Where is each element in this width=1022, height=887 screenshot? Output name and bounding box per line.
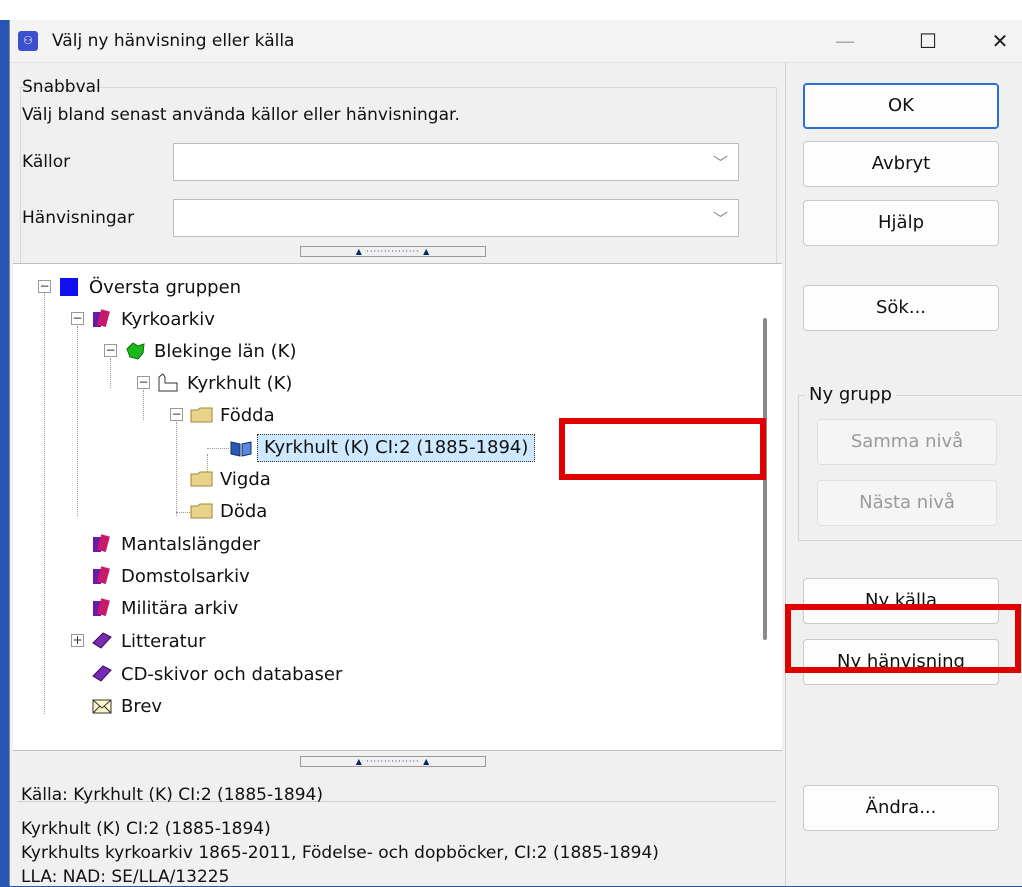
tree-node-vigda[interactable]: Vigda xyxy=(190,463,271,495)
app-icon: ⚇ xyxy=(18,31,38,51)
tree-node-militara[interactable]: Militära arkiv xyxy=(91,592,238,624)
church-icon xyxy=(157,373,179,393)
tree-node-brev[interactable]: Brev xyxy=(91,690,162,722)
book-stack-icon xyxy=(91,664,113,684)
references-combobox[interactable]: ﹀ xyxy=(173,199,739,237)
tree-node-litteratur[interactable]: Litteratur xyxy=(91,625,206,657)
chevron-down-icon: ﹀ xyxy=(712,210,728,228)
tree-node-selected-source[interactable]: Kyrkhult (K) CI:2 (1885-1894) xyxy=(229,432,536,464)
splitter-handle-bottom[interactable]: ▲ ··············· ▲ xyxy=(300,756,486,767)
tree-node-doda[interactable]: Döda xyxy=(190,495,267,527)
new-group-label: Ny grupp xyxy=(805,384,896,405)
info-title: Källa: Kyrkhult (K) CI:2 (1885-1894) xyxy=(21,785,323,805)
collapse-toggle[interactable]: − xyxy=(170,408,183,421)
quick-select-label: Snabbval xyxy=(22,77,101,97)
archive-books-icon xyxy=(91,598,113,618)
info-line-1: Kyrkhult (K) CI:2 (1885-1894) xyxy=(21,819,271,839)
envelope-icon xyxy=(91,696,113,716)
region-map-icon xyxy=(124,341,146,361)
dialog-window: ⚇ Välj ny hänvisning eller källa — ☐ ✕ S… xyxy=(9,20,1022,887)
same-level-button[interactable]: Samma nivå xyxy=(817,419,997,465)
tree-node-mantal[interactable]: Mantalslängder xyxy=(91,528,260,560)
source-info-panel: Källa: Kyrkhult (K) CI:2 (1885-1894) Kyr… xyxy=(13,767,782,887)
tree-node-fodda[interactable]: Födda xyxy=(190,399,275,431)
expand-toggle[interactable]: + xyxy=(71,634,84,647)
archive-books-icon xyxy=(91,309,113,329)
folder-icon xyxy=(190,469,213,489)
tree-node-domstol[interactable]: Domstolsarkiv xyxy=(91,560,250,592)
collapse-toggle[interactable]: − xyxy=(104,344,117,357)
sources-label: Källor xyxy=(22,152,71,172)
collapse-toggle[interactable]: − xyxy=(38,280,51,293)
book-stack-icon xyxy=(91,631,113,651)
archive-books-icon xyxy=(91,534,113,554)
background-strip xyxy=(0,0,1022,20)
book-icon xyxy=(229,438,253,458)
search-button[interactable]: Sök... xyxy=(803,285,999,331)
next-level-button[interactable]: Nästa nivå xyxy=(817,480,997,526)
window-title: Välj ny hänvisning eller källa xyxy=(52,31,295,51)
cancel-button[interactable]: Avbryt xyxy=(803,141,999,187)
splitter-handle-top[interactable]: ▲ ··············· ▲ xyxy=(300,246,486,257)
highlight-box-selected-source xyxy=(559,418,766,480)
tree-node-cd[interactable]: CD-skivor och databaser xyxy=(91,658,342,690)
maximize-button[interactable]: ☐ xyxy=(898,20,958,63)
sources-combobox[interactable]: ﹀ xyxy=(173,143,739,181)
info-line-2: Kyrkhults kyrkoarkiv 1865-2011, Födelse-… xyxy=(21,843,659,863)
title-bar: ⚇ Välj ny hänvisning eller källa — ☐ ✕ xyxy=(10,20,1022,63)
source-tree[interactable]: − Översta gruppen − Kyrkoarkiv − Bleking… xyxy=(13,263,782,751)
tree-node-blekinge[interactable]: Blekinge län (K) xyxy=(124,335,297,367)
archive-books-icon xyxy=(91,566,113,586)
references-label: Hänvisningar xyxy=(22,208,135,228)
tree-node-root[interactable]: Översta gruppen xyxy=(59,271,241,303)
minimize-button[interactable]: — xyxy=(815,20,875,63)
blue-square-icon xyxy=(59,277,81,297)
quick-select-hint: Välj bland senast använda källor eller h… xyxy=(22,105,460,125)
folder-icon xyxy=(190,405,213,425)
tree-node-kyrkoarkiv[interactable]: Kyrkoarkiv xyxy=(91,303,215,335)
collapse-toggle[interactable]: − xyxy=(137,376,150,389)
info-line-3: LLA: NAD: SE/LLA/13225 xyxy=(21,867,230,887)
chevron-down-icon: ﹀ xyxy=(712,154,728,172)
tree-node-kyrkhult[interactable]: Kyrkhult (K) xyxy=(157,367,292,399)
highlight-box-new-reference xyxy=(785,604,1021,673)
help-button[interactable]: Hjälp xyxy=(803,200,999,246)
collapse-toggle[interactable]: − xyxy=(71,312,84,325)
folder-icon xyxy=(190,501,213,521)
close-button[interactable]: ✕ xyxy=(970,20,1022,63)
ok-button[interactable]: OK xyxy=(803,83,999,129)
button-pane: OK Avbryt Hjälp Sök... Ny grupp Samma ni… xyxy=(785,63,1022,886)
edit-button[interactable]: Ändra... xyxy=(803,785,999,831)
